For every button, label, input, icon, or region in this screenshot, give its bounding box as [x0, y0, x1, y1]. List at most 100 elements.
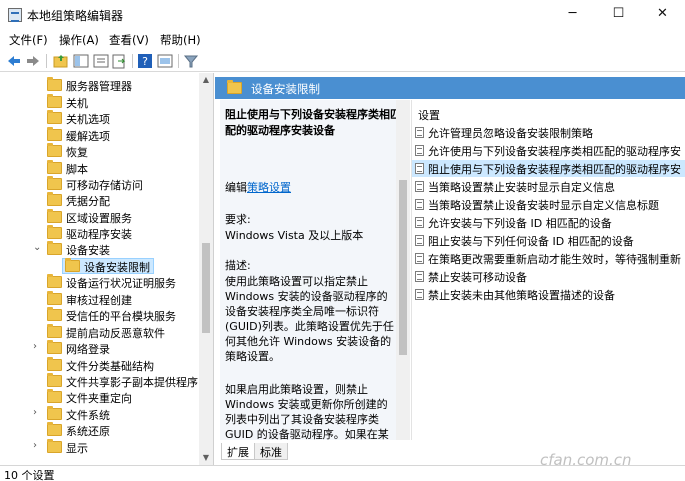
forward-icon[interactable] [24, 52, 42, 70]
setting-label: 阻止使用与下列设备安装程序类相匹配的驱动程序安 [428, 163, 681, 176]
chevron-down-icon[interactable]: ⌄ [33, 242, 41, 253]
tree-item[interactable]: 系统还原 [0, 422, 200, 438]
minimize-button[interactable]: ─ [550, 0, 595, 30]
tree-item[interactable]: 缓解选项 [0, 127, 200, 143]
setting-row[interactable]: 当策略设置禁止安装时显示自定义信息 [412, 178, 685, 195]
tree-item[interactable]: 文件夹重定向 [0, 389, 200, 405]
watermark: cfan.com.cn [540, 451, 632, 469]
toolbar-separator [178, 54, 179, 68]
tree-item-label: 设备运行状况证明服务 [66, 277, 176, 290]
tree-item[interactable]: 恢复 [0, 143, 200, 159]
tree-item[interactable]: 文件共享影子副本提供程序 [0, 373, 200, 389]
tree-item[interactable]: 关机 [0, 94, 200, 110]
tree-item-label: 受信任的平台模块服务 [66, 310, 176, 323]
edit-prefix: 编辑 [225, 181, 247, 194]
setting-label: 禁止安装未由其他策略设置描述的设备 [428, 289, 615, 302]
tree-item-label: 设备安装 [66, 244, 110, 257]
tree-item[interactable]: 关机选项 [0, 110, 200, 126]
policy-setting-icon [415, 271, 424, 282]
menu-action[interactable]: 操作(A) [59, 32, 99, 48]
help-icon[interactable]: ? [136, 52, 154, 70]
setting-row[interactable]: 禁止安装可移动设备 [412, 268, 685, 285]
tab-standard[interactable]: 标准 [254, 443, 288, 460]
setting-row[interactable]: 禁止安装未由其他策略设置描述的设备 [412, 286, 685, 303]
up-folder-icon[interactable] [52, 52, 70, 70]
chevron-right-icon[interactable]: › [33, 440, 37, 451]
folder-icon [47, 357, 62, 371]
tree-item[interactable]: 凭据分配 [0, 192, 200, 208]
chevron-right-icon[interactable]: › [33, 341, 37, 352]
show-tree-icon[interactable] [72, 52, 90, 70]
folder-icon [47, 160, 62, 174]
folder-open-icon [47, 241, 62, 255]
tree-item-label: 关机选项 [66, 113, 110, 126]
chevron-right-icon[interactable]: › [33, 407, 37, 418]
tree-item-label: 文件系统 [66, 409, 110, 422]
tree-item[interactable]: 驱动程序安装 [0, 225, 200, 241]
folder-icon [47, 373, 62, 387]
policy-setting-icon [415, 163, 424, 174]
tree-item[interactable]: 文件分类基础结构 [0, 357, 200, 373]
setting-row[interactable]: 允许使用与下列设备安装程序类相匹配的驱动程序安 [412, 142, 685, 159]
setting-row[interactable]: 允许管理员忽略设备安装限制策略 [412, 124, 685, 141]
tree-item-label: 驱动程序安装 [66, 228, 132, 241]
description-scroll-thumb[interactable] [399, 180, 407, 355]
back-icon[interactable] [5, 52, 23, 70]
tree-item-selected[interactable]: 设备安装限制 [0, 258, 200, 274]
tree-item-label: 提前启动反恶意软件 [66, 327, 165, 340]
folder-icon [47, 110, 62, 124]
category-header-title: 设备安装限制 [251, 82, 320, 96]
tree-item[interactable]: 提前启动反恶意软件 [0, 324, 200, 340]
folder-icon [47, 192, 62, 206]
scroll-up-arrow-icon[interactable]: ▲ [199, 73, 213, 87]
filter-icon[interactable] [182, 52, 200, 70]
tree-item[interactable]: 可移动存储访问 [0, 176, 200, 192]
setting-row-selected[interactable]: 阻止使用与下列设备安装程序类相匹配的驱动程序安 [412, 160, 685, 177]
folder-icon [47, 439, 62, 453]
tree-item[interactable]: › 显示 [0, 439, 200, 455]
tab-extended[interactable]: 扩展 [221, 443, 255, 460]
tree-item-label: 设备安装限制 [84, 261, 150, 274]
menu-bar: 文件(F) 操作(A) 查看(V) 帮助(H) [0, 30, 685, 50]
tree-scroll-thumb[interactable] [202, 243, 210, 333]
tree-pane[interactable]: 服务器管理器 关机 关机选项 缓解选项 恢复 脚本 可移动存储访问 凭据分配 区… [0, 73, 214, 465]
menu-view[interactable]: 查看(V) [109, 32, 149, 48]
menu-file[interactable]: 文件(F) [9, 32, 48, 48]
toolbar: ? [0, 50, 685, 72]
scroll-down-arrow-icon[interactable]: ▼ [199, 451, 213, 465]
description-scrollbar[interactable] [396, 100, 410, 440]
close-button[interactable]: ✕ [640, 0, 685, 30]
tree-item[interactable]: 区域设置服务 [0, 209, 200, 225]
setting-row[interactable]: 允许安装与下列设备 ID 相匹配的设备 [412, 214, 685, 231]
settings-column-header[interactable]: 设置 [418, 107, 440, 123]
toolbar-separator [132, 54, 133, 68]
tree-item-label: 显示 [66, 442, 88, 455]
menu-help[interactable]: 帮助(H) [160, 32, 201, 48]
tree-item[interactable]: 审核过程创建 [0, 291, 200, 307]
setting-row[interactable]: 阻止安装与下列任何设备 ID 相匹配的设备 [412, 232, 685, 249]
policy-setting-icon [415, 289, 424, 300]
window-title: 本地组策略编辑器 [27, 9, 124, 23]
policy-setting-icon [415, 199, 424, 210]
tree-item-label: 脚本 [66, 163, 88, 176]
tree-item[interactable]: 受信任的平台模块服务 [0, 307, 200, 323]
tree-item[interactable]: 服务器管理器 [0, 77, 200, 93]
setting-row[interactable]: 当策略设置禁止设备安装时显示自定义信息标题 [412, 196, 685, 213]
tree-item-expanded[interactable]: ⌄ 设备安装 [0, 241, 200, 257]
tree-item-label: 区域设置服务 [66, 212, 132, 225]
tree-item[interactable]: › 文件系统 [0, 406, 200, 422]
show-hide-icon[interactable] [92, 52, 110, 70]
setting-row[interactable]: 在策略更改需要重新启动才能生效时，等待强制重新 [412, 250, 685, 267]
tree-item[interactable]: › 网络登录 [0, 340, 200, 356]
policy-setting-icon [415, 217, 424, 228]
export-list-icon[interactable] [110, 52, 128, 70]
tree-scrollbar[interactable]: ▲ ▼ [199, 73, 213, 465]
edit-policy-link[interactable]: 策略设置 [247, 181, 291, 194]
folder-icon [65, 258, 80, 272]
maximize-button[interactable]: ☐ [596, 0, 641, 30]
folder-icon [47, 209, 62, 223]
tree-item[interactable]: 脚本 [0, 160, 200, 176]
description-paragraph-2: 如果启用此策略设置，则禁止 Windows 安装或更新你所创建的列表中列出了其设… [225, 383, 389, 440]
properties-icon[interactable] [156, 52, 174, 70]
tree-item[interactable]: 设备运行状况证明服务 [0, 274, 200, 290]
